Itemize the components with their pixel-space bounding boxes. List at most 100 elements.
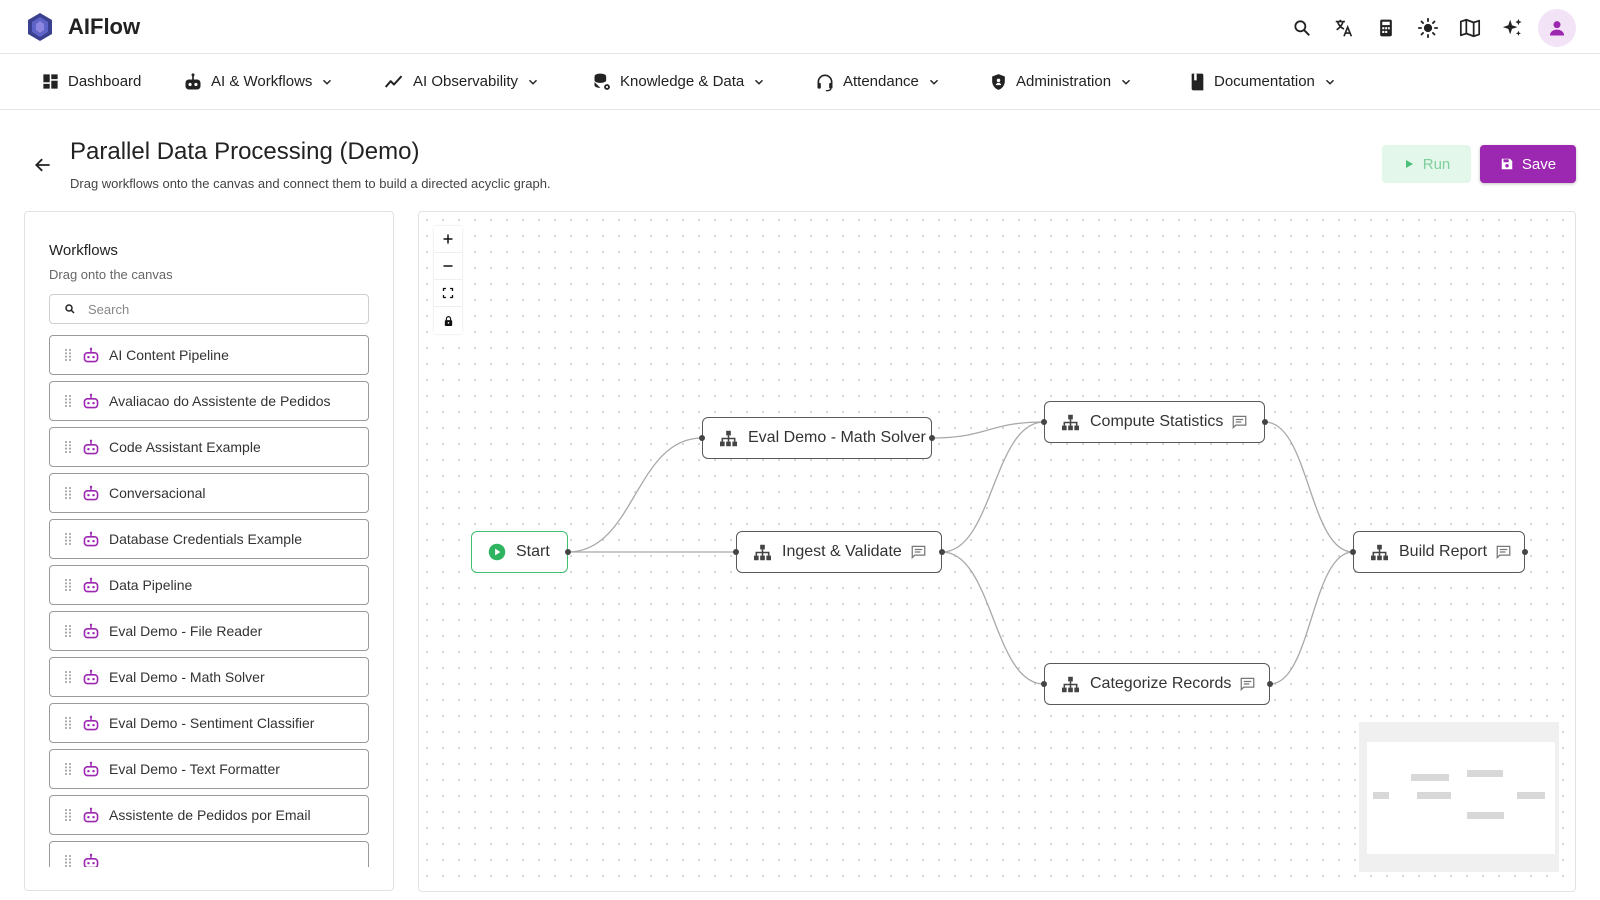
chevron-down-icon <box>929 79 938 85</box>
workflow-list-item[interactable]: Eval Demo - File Reader <box>49 611 369 651</box>
comment-icon[interactable] <box>1232 415 1247 429</box>
workflow-name: Code Assistant Example <box>109 439 261 455</box>
start-node[interactable]: Start <box>471 531 571 573</box>
output-handle[interactable] <box>929 435 935 441</box>
workflow-canvas[interactable]: Start Eval Demo - Math Solver Ingest & V… <box>418 211 1576 892</box>
hierarchy-icon <box>1061 676 1080 693</box>
input-handle[interactable] <box>1041 419 1047 425</box>
minimap-viewport[interactable] <box>1367 742 1555 854</box>
workflow-list-item[interactable]: Eval Demo - Math Solver <box>49 657 369 697</box>
output-handle[interactable] <box>939 549 945 555</box>
input-handle[interactable] <box>733 549 739 555</box>
workflow-list-item[interactable]: Database Credentials Example <box>49 519 369 559</box>
book-open-icon[interactable] <box>1452 10 1488 46</box>
nav-item-attendance[interactable]: Attendance <box>815 54 941 109</box>
zoom-in-icon[interactable] <box>434 226 462 253</box>
workflow-node-build-report[interactable]: Build Report <box>1350 531 1528 573</box>
save-button[interactable]: Save <box>1480 145 1576 183</box>
calculator-icon[interactable] <box>1368 10 1404 46</box>
workflow-name: Conversacional <box>109 485 206 501</box>
search-icon[interactable] <box>1284 10 1320 46</box>
translate-icon[interactable] <box>1326 10 1362 46</box>
drag-handle-icon[interactable] <box>64 808 74 822</box>
input-handle[interactable] <box>1041 681 1047 687</box>
workflow-list-item[interactable]: Data Pipeline <box>49 565 369 605</box>
dashboard-icon <box>43 74 58 89</box>
input-handle[interactable] <box>699 435 705 441</box>
comment-icon[interactable] <box>1240 677 1255 691</box>
workflow-list-item[interactable]: Eval Demo - Text Formatter <box>49 749 369 789</box>
save-button-label: Save <box>1521 155 1557 173</box>
nav-item-knowledge-data[interactable]: Knowledge & Data <box>592 54 766 109</box>
drag-handle-icon[interactable] <box>64 532 74 546</box>
nav-item-documentation[interactable]: Documentation <box>1189 54 1337 109</box>
workflow-list-item[interactable]: AI Content Pipeline <box>49 335 369 375</box>
edge-ingest-categorize[interactable] <box>941 551 1045 685</box>
nav-item-dashboard[interactable]: Dashboard <box>41 54 141 109</box>
comment-icon[interactable] <box>1496 545 1511 559</box>
drag-handle-icon[interactable] <box>64 762 74 776</box>
database-gear-icon <box>594 73 610 90</box>
output-handle[interactable] <box>565 549 571 555</box>
drag-handle-icon[interactable] <box>64 394 74 408</box>
edge-categorize-report[interactable] <box>1269 551 1354 685</box>
workflow-list-item[interactable]: Code Assistant Example <box>49 427 369 467</box>
aiflow-logo-icon[interactable] <box>26 12 54 42</box>
input-handle[interactable] <box>1350 549 1356 555</box>
workflow-name: Eval Demo - Sentiment Classifier <box>109 715 315 731</box>
drag-handle-icon[interactable] <box>64 854 74 867</box>
edge-ingest-compute[interactable] <box>941 421 1045 553</box>
zoom-out-icon[interactable] <box>434 253 462 280</box>
back-button[interactable] <box>30 152 56 178</box>
drag-handle-icon[interactable] <box>64 716 74 730</box>
theme-sun-icon[interactable] <box>1410 10 1446 46</box>
workflow-name: Eval Demo - Math Solver <box>109 669 265 685</box>
nav-label: Knowledge & Data <box>620 73 745 90</box>
drag-handle-icon[interactable] <box>64 578 74 592</box>
workflow-list: AI Content Pipeline Avaliacao do Assisten… <box>49 335 369 867</box>
robot-icon <box>82 393 100 409</box>
workflow-node-ingest-validate[interactable]: Ingest & Validate <box>733 531 945 573</box>
workflow-list-item[interactable]: Avaliacao do Assistente de Pedidos <box>49 381 369 421</box>
canvas-minimap[interactable] <box>1359 722 1559 872</box>
output-handle[interactable] <box>1262 419 1268 425</box>
drag-handle-icon[interactable] <box>64 440 74 454</box>
nav-item-ai-workflows[interactable]: AI & Workflows <box>183 54 334 109</box>
comment-icon[interactable] <box>911 545 926 559</box>
workflow-list-item[interactable]: Eval Demo - Sentiment Classifier <box>49 703 369 743</box>
robot-icon <box>82 807 100 823</box>
workflow-search <box>49 294 369 324</box>
robot-icon <box>82 347 100 363</box>
workflow-node-eval-math-solver[interactable]: Eval Demo - Math Solver <box>699 417 935 459</box>
workflow-list-item[interactable]: Assistente de Pedidos por Email <box>49 795 369 835</box>
sparkles-icon[interactable] <box>1494 10 1530 46</box>
nav-item-ai-observability[interactable]: AI Observability <box>383 54 540 109</box>
output-handle[interactable] <box>1522 549 1528 555</box>
robot-icon <box>82 439 100 455</box>
workflow-list-item[interactable] <box>49 841 369 867</box>
fit-view-icon[interactable] <box>434 280 462 307</box>
workflow-name: Avaliacao do Assistente de Pedidos <box>109 393 331 409</box>
edge-eval_math-compute[interactable] <box>931 421 1045 439</box>
drag-handle-icon[interactable] <box>64 486 74 500</box>
search-input[interactable] <box>88 301 338 317</box>
run-button-label: Run <box>1422 155 1451 173</box>
workflow-list-item[interactable]: Conversacional <box>49 473 369 513</box>
minimap-node <box>1417 792 1451 799</box>
hierarchy-icon <box>1061 414 1080 431</box>
edge-compute-report[interactable] <box>1264 421 1354 553</box>
output-handle[interactable] <box>1267 681 1273 687</box>
workflow-node-categorize-records[interactable]: Categorize Records <box>1041 663 1273 705</box>
drag-handle-icon[interactable] <box>64 670 74 684</box>
robot-icon <box>82 853 100 867</box>
drag-handle-icon[interactable] <box>64 624 74 638</box>
app-title[interactable]: AIFlow <box>68 14 140 40</box>
nav-item-administration[interactable]: Administration <box>989 54 1133 109</box>
user-avatar-icon[interactable] <box>1538 9 1576 47</box>
drag-handle-icon[interactable] <box>64 348 74 362</box>
edge-start-eval_math[interactable] <box>567 437 703 553</box>
lock-icon[interactable] <box>434 307 462 334</box>
workflow-node-compute-statistics[interactable]: Compute Statistics <box>1041 401 1268 443</box>
run-button[interactable]: Run <box>1382 145 1471 183</box>
main-navigation: Dashboard AI & Workflows AI Observabilit… <box>0 53 1600 110</box>
